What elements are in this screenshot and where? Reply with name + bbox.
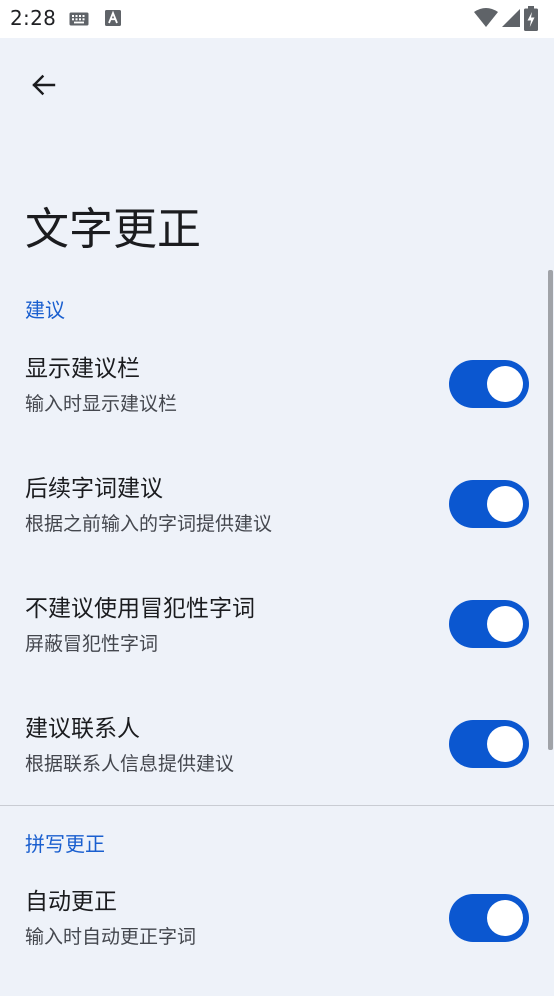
pref-auto-correction[interactable]: 自动更正 输入时自动更正字词 [0, 886, 546, 996]
auto-correction-toggle[interactable] [449, 894, 529, 942]
toggle-thumb [487, 606, 523, 642]
block-offensive-words-toggle[interactable] [449, 600, 529, 648]
a-icon [105, 10, 121, 30]
pref-title: 后续字词建议 [25, 476, 163, 502]
toggle-thumb [487, 486, 523, 522]
scrollbar[interactable] [548, 270, 553, 750]
section-divider [0, 805, 554, 806]
signal-icon [501, 8, 521, 32]
page-title: 文字更正 [25, 204, 201, 255]
status-bar: 2:28 [0, 0, 554, 38]
toggle-thumb [487, 366, 523, 402]
pref-summary: 输入时显示建议栏 [25, 393, 178, 415]
toggle-thumb [487, 726, 523, 762]
suggest-contacts-toggle[interactable] [449, 720, 529, 768]
pref-show-suggestion-strip[interactable]: 显示建议栏 输入时显示建议栏 [0, 353, 546, 463]
arrow-back-icon [29, 71, 57, 103]
pref-block-offensive-words[interactable]: 不建议使用冒犯性字词 屏蔽冒犯性字词 [0, 593, 546, 703]
pref-title: 自动更正 [25, 889, 117, 915]
pref-title: 显示建议栏 [25, 356, 140, 382]
next-word-suggestions-toggle[interactable] [449, 480, 529, 528]
section-header-suggestions: 建议 [25, 298, 65, 322]
back-button[interactable] [22, 66, 64, 108]
pref-next-word-suggestions[interactable]: 后续字词建议 根据之前输入的字词提供建议 [0, 473, 546, 583]
battery-charging-icon [524, 6, 538, 35]
pref-summary: 根据联系人信息提供建议 [25, 753, 235, 775]
pref-title: 建议联系人 [25, 716, 140, 742]
status-time: 2:28 [10, 6, 57, 30]
pref-title: 不建议使用冒犯性字词 [25, 596, 255, 622]
wifi-icon [474, 8, 498, 32]
toggle-thumb [487, 900, 523, 936]
pref-summary: 屏蔽冒犯性字词 [25, 633, 159, 655]
pref-summary: 输入时自动更正字词 [25, 926, 197, 948]
pref-summary: 根据之前输入的字词提供建议 [25, 513, 273, 535]
keyboard-icon [69, 11, 89, 30]
section-header-spelling: 拼写更正 [25, 832, 105, 856]
pref-suggest-contacts[interactable]: 建议联系人 根据联系人信息提供建议 [0, 713, 546, 823]
show-suggestion-strip-toggle[interactable] [449, 360, 529, 408]
